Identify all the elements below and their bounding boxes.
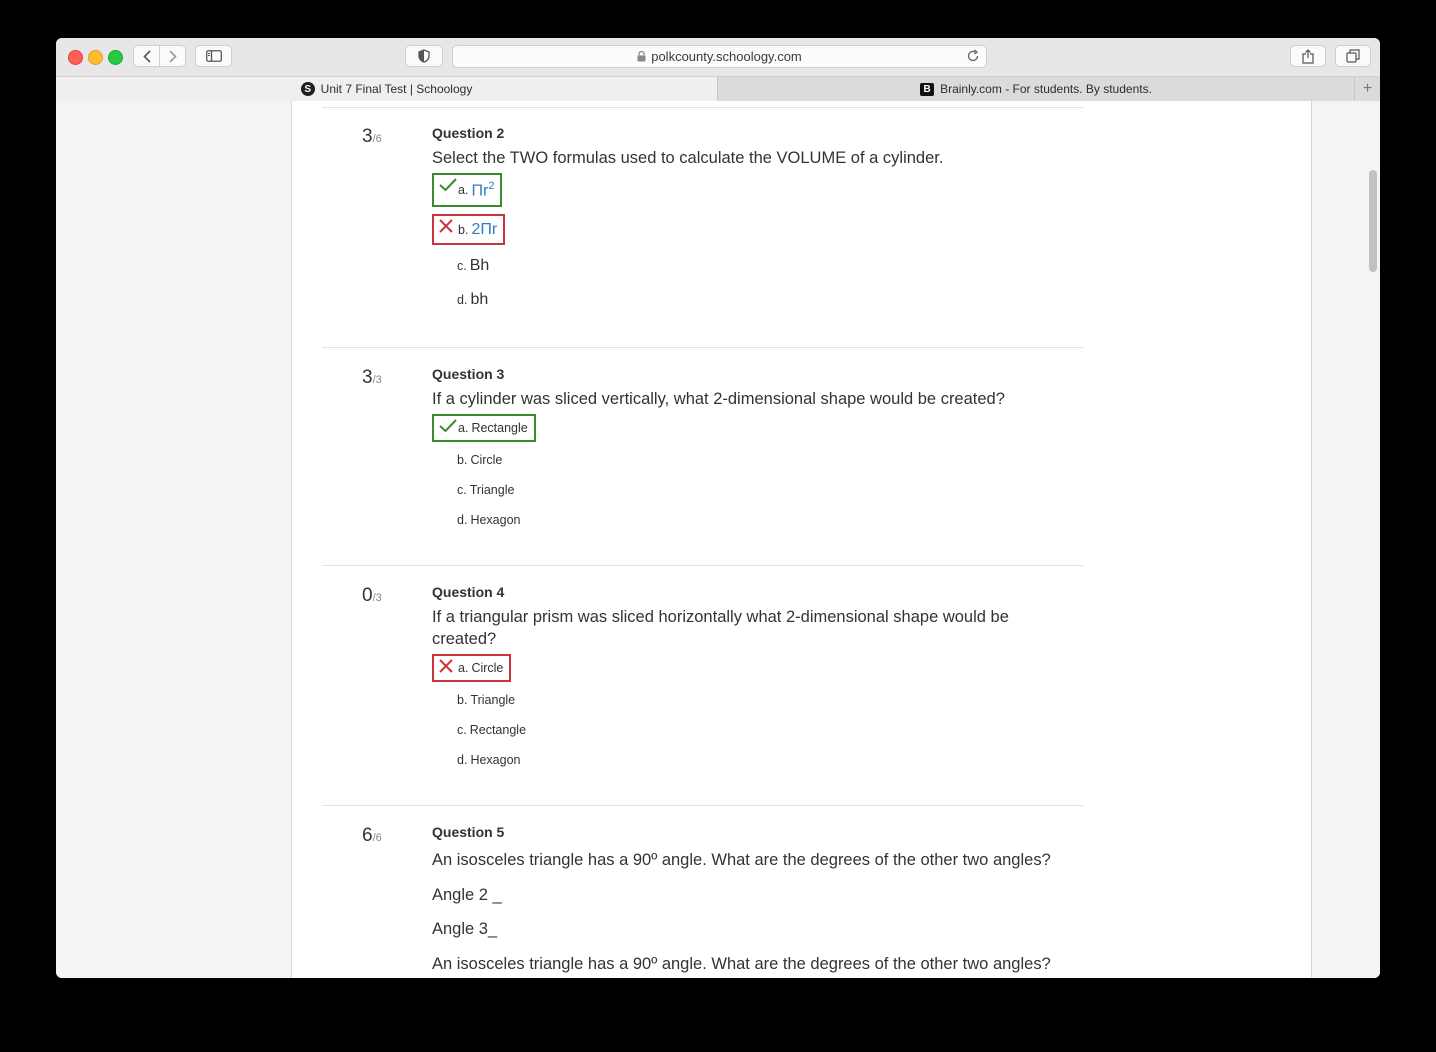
question-3-choice-d: d. Hexagon — [457, 513, 521, 527]
forward-button[interactable] — [159, 46, 185, 66]
browser-window: polkcounty.schoology.com S Unit 7 Final … — [56, 38, 1380, 978]
angle-2-line: Angle 2 _ — [432, 886, 502, 904]
sidebar-toggle-button[interactable] — [195, 45, 232, 67]
scrollbar-thumb[interactable] — [1369, 170, 1377, 272]
question-5-title: Question 5 — [432, 824, 505, 840]
question-2-choice-c: c. Bh — [457, 257, 490, 274]
question-3-choice-a: a. Rectangle — [432, 414, 536, 442]
checkmark-icon — [439, 419, 457, 433]
reload-icon[interactable] — [966, 49, 980, 63]
divider — [322, 805, 1083, 806]
question-4-title: Question 4 — [432, 584, 505, 600]
tab-label: Unit 7 Final Test | Schoology — [320, 82, 473, 96]
new-tab-button[interactable]: + — [1354, 77, 1380, 101]
question-4-score: 0/3 — [362, 585, 382, 606]
question-3-title: Question 3 — [432, 366, 505, 382]
minimize-window-button[interactable] — [88, 50, 103, 65]
tab-brainly[interactable]: B Brainly.com - For students. By student… — [717, 77, 1354, 101]
close-window-button[interactable] — [68, 50, 83, 65]
question-3-score: 3/3 — [362, 367, 382, 388]
question-2-choice-a: a. Πr2 — [432, 173, 503, 207]
sidebar-icon — [205, 50, 222, 62]
plus-icon: + — [1362, 80, 1373, 97]
lock-icon — [637, 51, 646, 62]
shield-icon — [418, 49, 430, 63]
browser-toolbar: polkcounty.schoology.com — [56, 38, 1380, 77]
address-bar[interactable]: polkcounty.schoology.com — [452, 45, 987, 68]
navigation-buttons — [133, 45, 186, 67]
show-tabs-button[interactable] — [1335, 45, 1371, 67]
question-2-choice-b: b. 2Πr — [432, 214, 506, 245]
brainly-favicon-icon: B — [920, 82, 935, 96]
question-3-choice-c: c. Triangle — [457, 483, 515, 497]
question-2-title: Question 2 — [432, 125, 505, 141]
question-4-choice-a: a. Circle — [432, 654, 512, 682]
schoology-favicon-icon: S — [300, 82, 315, 96]
tab-schoology[interactable]: S Unit 7 Final Test | Schoology — [56, 77, 717, 101]
question-4-choice-b: b. Triangle — [457, 693, 516, 707]
question-4-text: If a triangular prism was sliced horizon… — [432, 608, 1009, 648]
formula: Πr2 — [471, 179, 495, 200]
x-mark-icon — [439, 219, 453, 233]
formula: 2Πr — [471, 220, 498, 238]
chevron-left-icon — [142, 49, 151, 63]
question-2-score: 3/6 — [362, 126, 382, 147]
divider — [322, 107, 1083, 108]
question-5-text: An isosceles triangle has a 90º angle. W… — [432, 851, 1051, 869]
question-2-text: Select the TWO formulas used to calculat… — [432, 149, 944, 167]
question-5-repeat-text: An isosceles triangle has a 90º angle. W… — [432, 955, 1051, 973]
x-mark-icon — [439, 659, 453, 673]
share-icon — [1302, 48, 1314, 64]
share-button[interactable] — [1290, 45, 1326, 67]
tabs-overview-icon — [1346, 49, 1360, 63]
privacy-report-button[interactable] — [405, 45, 443, 67]
question-5-score: 6/6 — [362, 825, 382, 846]
url-text: polkcounty.schoology.com — [651, 49, 802, 64]
checkmark-icon — [439, 178, 457, 192]
tab-bar: S Unit 7 Final Test | Schoology B Brainl… — [56, 77, 1380, 102]
divider — [322, 347, 1083, 348]
divider — [322, 565, 1083, 566]
angle-3-line: Angle 3_ — [432, 920, 498, 938]
back-button[interactable] — [134, 46, 159, 66]
tab-label: Brainly.com - For students. By students. — [940, 82, 1152, 96]
question-3-choice-b: b. Circle — [457, 453, 503, 467]
page-content: 3/6 Question 2 Select the TWO formulas u… — [56, 101, 1380, 978]
question-4-choice-c: c. Rectangle — [457, 723, 527, 737]
question-4-choice-d: d. Hexagon — [457, 753, 521, 767]
question-3-text: If a cylinder was sliced vertically, wha… — [432, 390, 1005, 408]
maximize-window-button[interactable] — [108, 50, 123, 65]
chevron-right-icon — [168, 49, 177, 63]
question-2-choice-d: d. bh — [457, 291, 489, 308]
